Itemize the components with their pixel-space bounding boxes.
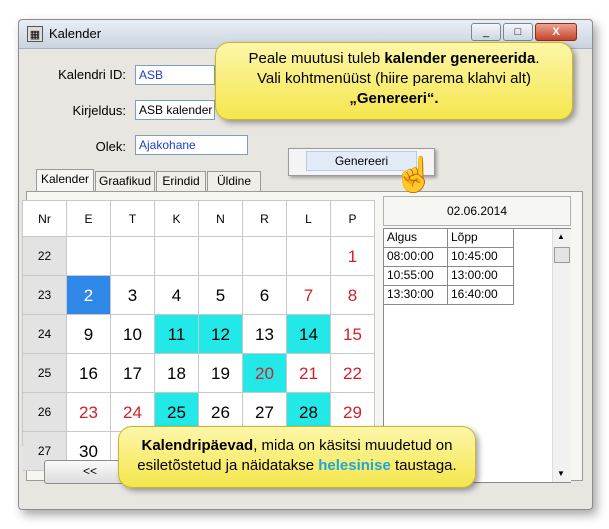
calendar-day[interactable]: 12 [199,315,243,354]
calendar-day[interactable]: 2 [67,276,111,315]
calendar-day[interactable]: 22 [331,354,375,393]
status-label: Olek: [95,139,126,154]
column-header-day: N [199,201,243,237]
column-header-start[interactable]: Algus [384,229,448,248]
calendar-day[interactable]: 21 [287,354,331,393]
column-header-day: E [67,201,111,237]
schedule-date: 02.06.2014 [383,196,571,226]
scroll-up-icon[interactable]: ▲ [557,232,565,241]
description-label: Kirjeldus: [72,103,126,118]
calendar-day[interactable]: 16 [67,354,111,393]
calendar-day[interactable]: 18 [155,354,199,393]
description-field[interactable]: ASB kalender [135,100,215,120]
week-number: 26 [23,393,67,432]
schedule-end-time[interactable]: 13:00:00 [448,267,514,286]
schedule-scrollbar[interactable]: ▲ ▼ [552,229,571,482]
column-header-week: Nr [23,201,67,237]
calendar-day[interactable]: 17 [111,354,155,393]
calendar-day[interactable]: 8 [331,276,375,315]
column-header-day: T [111,201,155,237]
schedule-end-time[interactable]: 16:40:00 [448,286,514,305]
callout-highlighted-days: Kalendripäevad, mida on käsitsi muudetud… [118,426,476,488]
calendar-id-field[interactable]: ASB [135,65,215,85]
calendar-day[interactable]: 19 [199,354,243,393]
calendar-day[interactable]: 7 [287,276,331,315]
tab-graafikud[interactable]: Graafikud [95,171,155,191]
calendar-id-label: Kalendri ID: [58,67,126,82]
calendar-day[interactable]: 10 [111,315,155,354]
column-header-day: R [243,201,287,237]
week-number: 23 [23,276,67,315]
week-number: 24 [23,315,67,354]
calendar-day-empty [67,237,111,276]
calendar-day[interactable]: 15 [331,315,375,354]
calendar-day[interactable]: 9 [67,315,111,354]
column-header-day: P [331,201,375,237]
calendar-day[interactable]: 11 [155,315,199,354]
callout-generate: Peale muutusi tuleb kalender genereerida… [215,42,573,120]
scroll-thumb[interactable] [554,247,570,263]
schedule-start-time[interactable]: 08:00:00 [384,248,448,267]
calendar-day-empty [243,237,287,276]
minimize-button[interactable]: _ [471,23,501,41]
tab-erindid[interactable]: Erindid [156,171,206,191]
calendar-app-icon: ▦ [27,26,43,42]
scroll-down-icon[interactable]: ▼ [557,469,565,478]
calendar-day[interactable]: 5 [199,276,243,315]
calendar-day-empty [111,237,155,276]
column-header-end[interactable]: Lõpp [448,229,514,248]
close-button[interactable]: X [535,23,577,41]
calendar-day-empty [155,237,199,276]
hand-cursor-icon: ☝ [393,156,436,194]
schedule-end-time[interactable]: 10:45:00 [448,248,514,267]
schedule-start-time[interactable]: 10:55:00 [384,267,448,286]
calendar-day[interactable]: 1 [331,237,375,276]
calendar-day[interactable]: 20 [243,354,287,393]
calendar-day[interactable]: 14 [287,315,331,354]
column-header-day: L [287,201,331,237]
week-number: 25 [23,354,67,393]
maximize-button[interactable]: □ [503,23,533,41]
tab-uldine[interactable]: Üldine [207,171,261,191]
calendar-day-empty [199,237,243,276]
window-title: Kalender [49,26,102,41]
calendar-day[interactable]: 3 [111,276,155,315]
calendar-day-empty [287,237,331,276]
week-number: 22 [23,237,67,276]
calendar-day[interactable]: 23 [67,393,111,432]
calendar-grid: Nr E T K N R L P 22 1 23 2 3 4 5 6 7 8 24 9 10 11 12 13 14 15 25 16… [22,200,375,471]
status-field[interactable]: Ajakohane [135,135,248,155]
calendar-day[interactable]: 13 [243,315,287,354]
tab-kalender[interactable]: Kalender [36,169,94,192]
calendar-day[interactable]: 4 [155,276,199,315]
schedule-start-time[interactable]: 13:30:00 [384,286,448,305]
calendar-day[interactable]: 6 [243,276,287,315]
column-header-day: K [155,201,199,237]
